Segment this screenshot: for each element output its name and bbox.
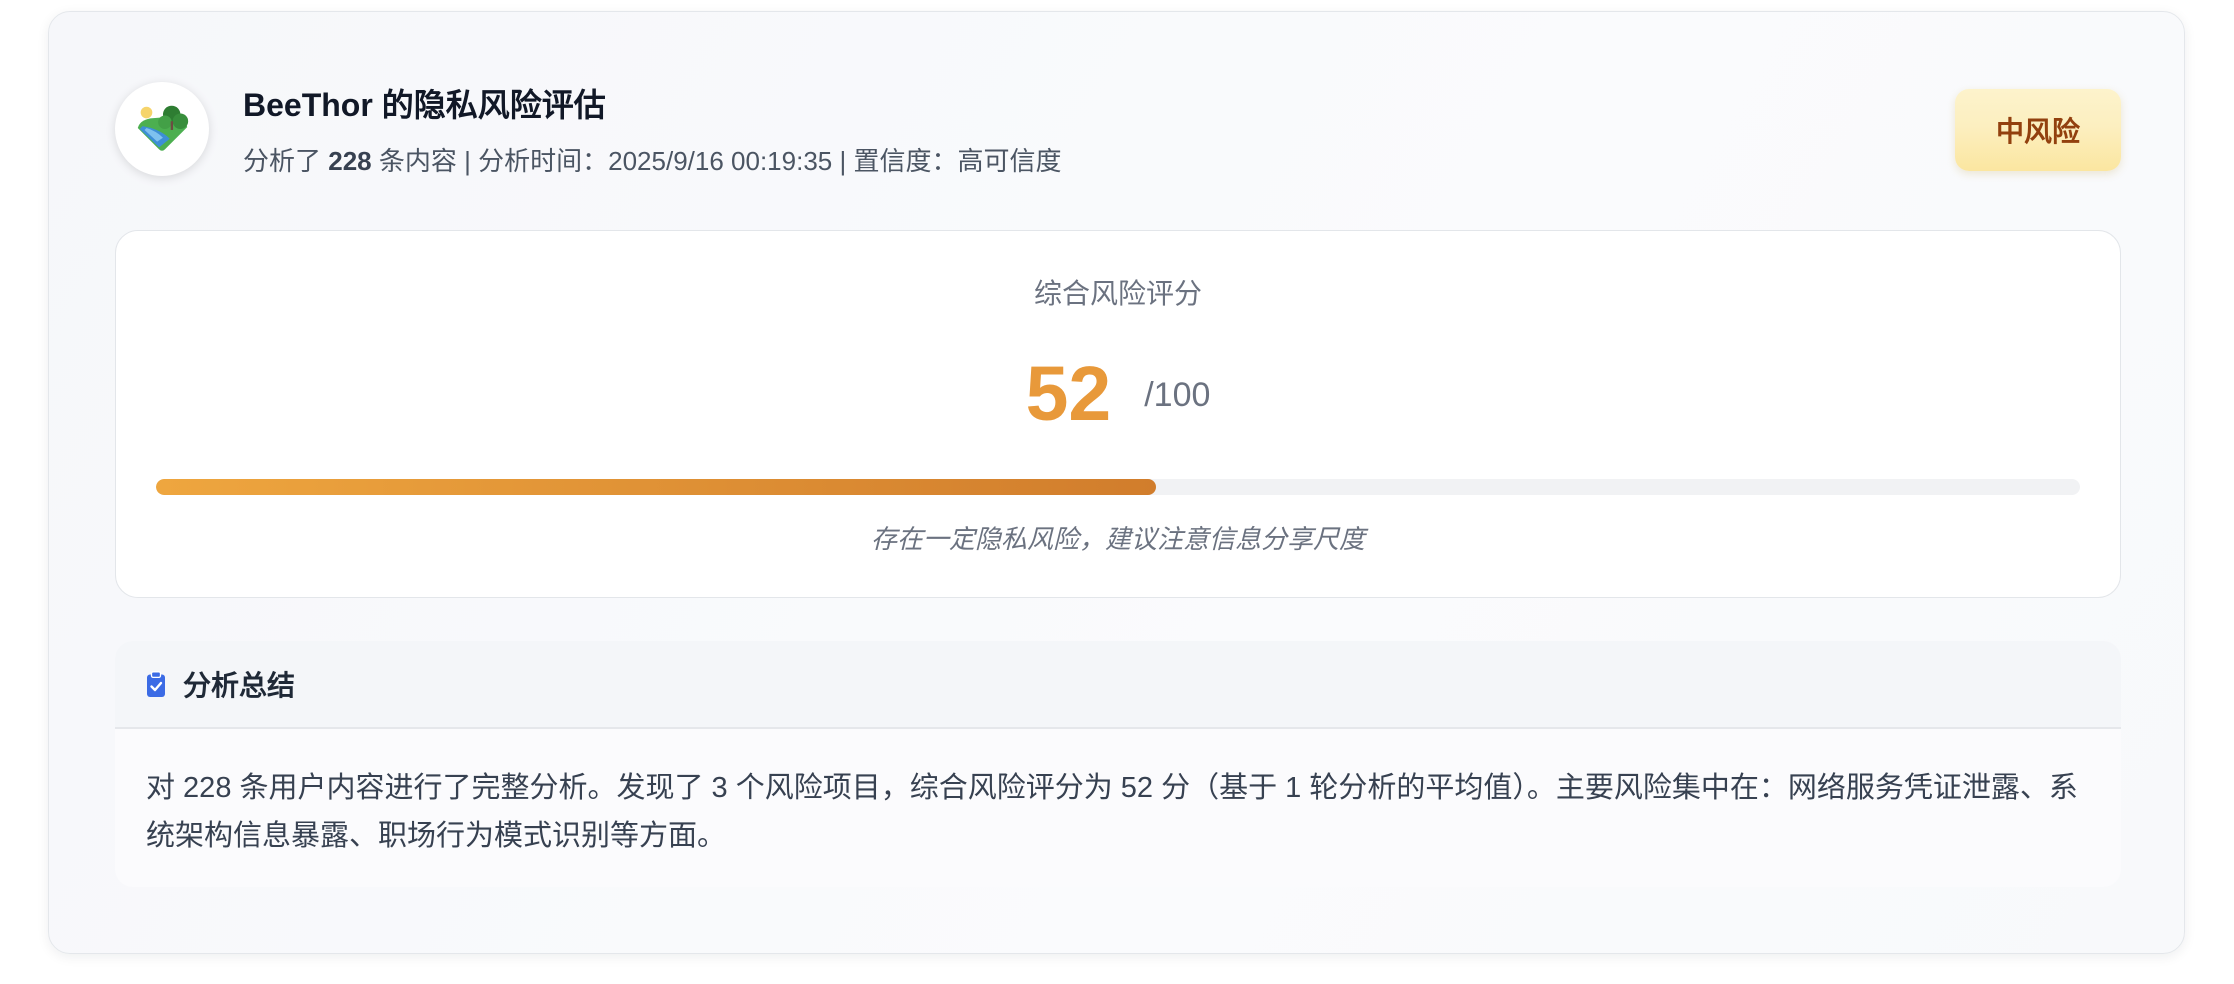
meta-separator: | [464,146,471,176]
report-title: BeeThor 的隐私风险评估 [243,87,606,123]
score-note: 存在一定隐私风险，建议注意信息分享尺度 [870,524,1365,554]
analysis-summary: 分析总结 对 228 条用户内容进行了完整分析。发现了 3 个风险项目，综合风险… [115,641,2121,887]
score-max: /100 [1144,376,1211,414]
privacy-report-card: BeeThor 的隐私风险评估 分析了 228 条内容 | 分析时间：2025/… [48,11,2185,954]
analyzed-suffix: 条内容 [378,146,457,176]
confidence-label: 置信度： [853,146,958,176]
score-value: 52 [1025,351,1112,437]
score-row: 52 /100 [116,349,2120,439]
confidence-value: 高可信度 [957,146,1062,176]
score-label: 综合风险评分 [1033,278,1202,309]
clipboard-check-icon [146,670,166,698]
content-count: 228 [328,146,372,176]
summary-title: 分析总结 [183,670,296,701]
avatar [115,82,209,176]
report-meta: 分析了 228 条内容 | 分析时间：2025/9/16 00:19:35 | … [243,143,1062,179]
landscape-avatar-icon [137,105,189,151]
analyzed-prefix: 分析了 [243,146,322,176]
risk-level-badge: 中风险 [1955,89,2121,171]
score-panel: 综合风险评分 52 /100 存在一定隐私风险，建议注意信息分享尺度 [115,230,2121,598]
time-value: 2025/9/16 00:19:35 [608,146,833,176]
score-progress-track [156,479,2080,495]
meta-separator: | [839,146,847,176]
summary-text: 对 228 条用户内容进行了完整分析。发现了 3 个风险项目，综合风险评分为 5… [146,772,2078,852]
summary-header: 分析总结 [115,641,2121,729]
score-progress-fill [156,479,1157,495]
time-label: 分析时间： [478,146,609,176]
